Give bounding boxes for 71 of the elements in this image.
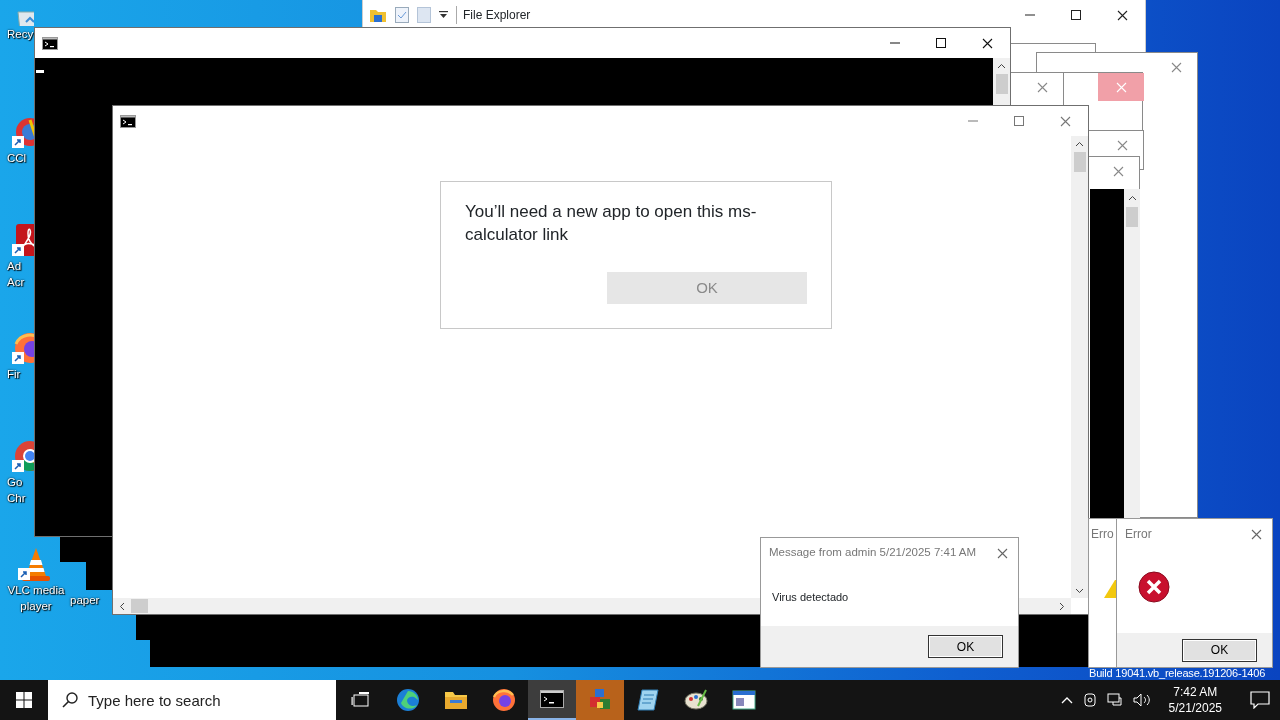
close-icon bbox=[1115, 81, 1127, 93]
windows-logo-icon bbox=[16, 692, 32, 708]
console-icon bbox=[540, 687, 564, 711]
icon-label[interactable]: Ad bbox=[7, 258, 22, 274]
scroll-right-icon[interactable] bbox=[1059, 601, 1065, 611]
device-icon[interactable] bbox=[1082, 692, 1097, 708]
speaker-icon[interactable] bbox=[1132, 692, 1151, 708]
scroll-up-icon[interactable] bbox=[997, 63, 1006, 69]
icon-label[interactable]: Fir bbox=[7, 366, 21, 382]
minimize-icon bbox=[890, 42, 900, 44]
console-icon bbox=[42, 36, 58, 50]
window-title: Erro bbox=[1091, 526, 1114, 543]
icon-label[interactable]: Acr bbox=[7, 274, 25, 290]
scroll-down-icon[interactable] bbox=[1075, 588, 1084, 594]
clock-time[interactable]: 7:42 AM bbox=[1173, 684, 1218, 700]
close-icon bbox=[996, 547, 1008, 559]
icon-label[interactable]: paper bbox=[70, 592, 100, 608]
icon-label[interactable]: Chr bbox=[7, 490, 26, 506]
close-icon bbox=[1170, 61, 1182, 73]
search-icon bbox=[62, 692, 78, 708]
icon-label[interactable]: VLC media bbox=[7, 582, 65, 598]
window-title: Error bbox=[1125, 526, 1152, 543]
checklist-icon[interactable] bbox=[395, 7, 409, 23]
close-icon bbox=[981, 37, 993, 49]
scroll-thumb[interactable] bbox=[1126, 207, 1138, 227]
scroll-up-icon[interactable] bbox=[1127, 195, 1137, 201]
icon-label[interactable]: Go bbox=[7, 474, 23, 490]
scroll-thumb[interactable] bbox=[131, 599, 148, 613]
message-icon bbox=[1250, 691, 1270, 709]
acrobat-icon[interactable] bbox=[12, 222, 34, 258]
ok-button[interactable]: OK bbox=[1182, 638, 1257, 662]
minimize-icon bbox=[1025, 14, 1035, 16]
task-view-icon bbox=[351, 691, 369, 709]
ok-button[interactable]: OK bbox=[928, 635, 1003, 658]
edge-icon bbox=[396, 688, 420, 712]
maximize-icon bbox=[1014, 116, 1024, 126]
maximize-icon bbox=[936, 38, 946, 48]
taskbar-app[interactable] bbox=[528, 680, 576, 720]
build-text: Build 19041.vb_release.191206-1406 bbox=[1089, 666, 1266, 680]
firefox-icon bbox=[492, 688, 516, 712]
close-icon bbox=[1250, 528, 1262, 540]
console-icon bbox=[120, 114, 136, 128]
notepad-icon bbox=[636, 688, 660, 712]
cubes-icon bbox=[588, 688, 612, 712]
message-text: Virus detectado bbox=[772, 589, 849, 605]
close-icon bbox=[1116, 9, 1128, 21]
scroll-left-icon[interactable] bbox=[119, 601, 125, 611]
window-icon bbox=[732, 688, 756, 712]
minimize-icon bbox=[968, 120, 978, 122]
folder-icon[interactable] bbox=[369, 7, 387, 23]
maximize-icon bbox=[1071, 10, 1081, 20]
network-icon[interactable] bbox=[1106, 692, 1123, 708]
close-icon bbox=[1036, 81, 1048, 93]
close-icon bbox=[1116, 139, 1128, 151]
close-icon bbox=[1112, 165, 1124, 177]
close-icon bbox=[1059, 115, 1071, 127]
scroll-thumb[interactable] bbox=[1073, 152, 1086, 172]
chevron-up-icon[interactable] bbox=[1060, 696, 1073, 704]
error-icon bbox=[1138, 571, 1170, 603]
icon-label[interactable]: Recy bbox=[7, 26, 34, 42]
clock-date[interactable]: 5/21/2025 bbox=[1168, 700, 1222, 716]
icon-label[interactable]: CCl bbox=[7, 150, 27, 166]
window-title: Message from admin 5/21/2025 7:41 AM bbox=[769, 545, 977, 561]
dropdown-icon[interactable] bbox=[439, 11, 448, 19]
dialog-message: You’ll need a new app to open this ms-calculator link bbox=[465, 201, 758, 246]
scroll-up-icon[interactable] bbox=[1075, 141, 1084, 147]
search-field[interactable]: Type here to search bbox=[48, 680, 336, 720]
icon-label[interactable]: player bbox=[20, 598, 52, 614]
window-title: File Explorer bbox=[456, 6, 531, 24]
scroll-thumb[interactable] bbox=[995, 74, 1008, 94]
paint-icon bbox=[684, 688, 708, 712]
